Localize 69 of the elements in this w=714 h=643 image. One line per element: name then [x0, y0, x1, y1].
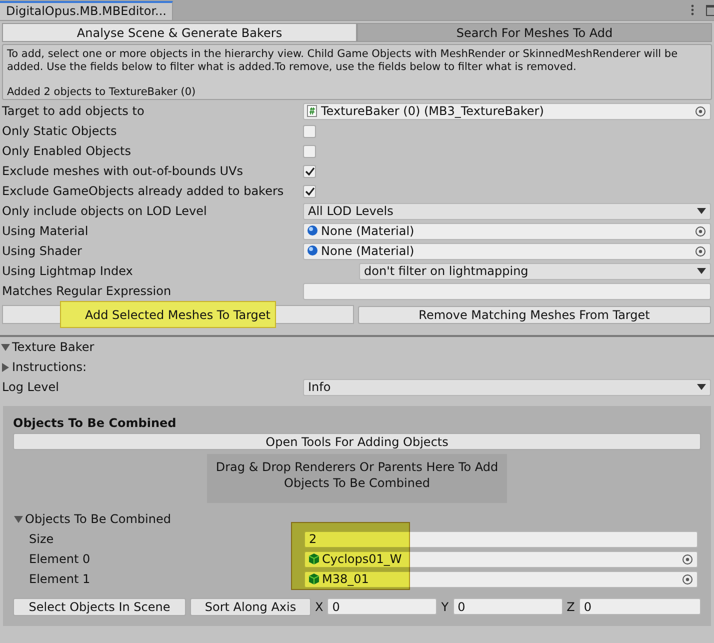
open-tools-button[interactable]: Open Tools For Adding Objects [13, 433, 701, 450]
foldout-label: Instructions: [12, 360, 87, 374]
drop-area[interactable]: Drag & Drop Renderers Or Parents Here To Add Objects To Be Combined [207, 454, 507, 503]
dropdown-value: don't filter on lightmapping [364, 264, 530, 278]
axis-field[interactable]: 0 [578, 598, 701, 615]
object-picker-icon [682, 554, 693, 564]
field-label: Using Material [1, 224, 90, 238]
toolbar-tab[interactable]: Analyse Scene & Generate Bakers [2, 23, 357, 42]
object-field[interactable]: None (Material) [303, 242, 711, 260]
field-label: Matches Regular Expression [1, 284, 172, 298]
dropdown-caret-icon [697, 384, 706, 390]
object-picker-icon [695, 246, 706, 256]
dropdown[interactable]: Info [303, 378, 711, 396]
field-label: Using Lightmap Index [1, 264, 134, 278]
field-label: Log Level [1, 380, 60, 394]
dropdown-value: Info [308, 380, 332, 394]
object-picker-icon [695, 106, 706, 116]
field-label: Exclude GameObjects already added to bakers [1, 184, 285, 198]
text-field[interactable] [303, 282, 711, 300]
field-label: Only Enabled Objects [1, 144, 132, 158]
field-label: Element 0 [28, 552, 92, 566]
field-label: Only include objects on LOD Level [1, 204, 208, 218]
more-options-icon [691, 4, 694, 16]
status-message: Added 2 objects to TextureBaker (0) [7, 86, 197, 99]
checkbox[interactable] [303, 124, 316, 138]
field-value: TextureBaker (0) (MB3_TextureBaker) [321, 104, 545, 118]
axis-label: Z [566, 600, 575, 614]
dropdown-caret-icon [697, 268, 706, 274]
field-value: Cyclops01_W [322, 552, 403, 566]
window-tab[interactable]: DigitalOpus.MB.MBEditor... [0, 1, 173, 20]
checkbox[interactable] [303, 144, 316, 158]
field-label: Element 1 [28, 572, 92, 586]
checkbox[interactable] [303, 184, 316, 198]
axis-label: X [315, 600, 324, 614]
field-label: Exclude meshes with out-of-bounds UVs [1, 164, 244, 178]
field-label: Only Static Objects [1, 124, 118, 138]
sphere-icon [307, 245, 318, 257]
component-title: Texture Baker [12, 340, 94, 354]
checkbox[interactable] [303, 164, 316, 178]
script-icon [307, 105, 318, 117]
collapsed-arrow-icon[interactable] [1, 362, 10, 372]
field-label: Target to add objects to [1, 104, 146, 118]
sort-button[interactable]: Sort Along Axis [190, 598, 311, 616]
axis-field[interactable]: 0 [452, 598, 563, 615]
foldout-label: Objects To Be Combined [25, 512, 171, 526]
field-label: Using Shader [1, 244, 83, 258]
dropdown-caret-icon [697, 208, 706, 214]
axis-label: Y [441, 600, 449, 614]
toolbar-tab[interactable]: Search For Meshes To Add [357, 23, 712, 42]
dropdown-value: All LOD Levels [308, 204, 394, 218]
help-text: To add, select one or more objects in the hierarchy view. Child Game Objects with MeshRender or SkinnedMeshRenderer will be added. Use the fields below to filter what is added.To remove, use the fields below to filter what is removed. [7, 48, 679, 74]
expanded-arrow-icon[interactable] [1, 342, 10, 352]
field-label: Size [28, 532, 55, 546]
sphere-icon [307, 225, 318, 237]
object-field[interactable]: None (Material) [303, 222, 711, 240]
field-value: M38_01 [322, 572, 370, 586]
field-value: None (Material) [321, 224, 416, 238]
field-value: None (Material) [321, 244, 416, 258]
select-objects-button[interactable]: Select Objects In Scene [13, 598, 186, 616]
dropdown[interactable]: don't filter on lightmapping [359, 262, 711, 280]
action-button[interactable]: Add Selected Meshes To Target [2, 301, 354, 328]
dropdown[interactable]: All LOD Levels [303, 202, 711, 220]
action-button[interactable]: Remove Matching Meshes From Target [358, 306, 711, 324]
object-picker-icon [695, 226, 706, 236]
expanded-arrow-icon[interactable] [14, 514, 23, 524]
section-heading: Objects To Be Combined [13, 416, 178, 430]
axis-field[interactable]: 0 [327, 598, 438, 615]
object-field[interactable]: TextureBaker (0) (MB3_TextureBaker) [303, 102, 711, 120]
object-picker-icon [682, 574, 693, 584]
